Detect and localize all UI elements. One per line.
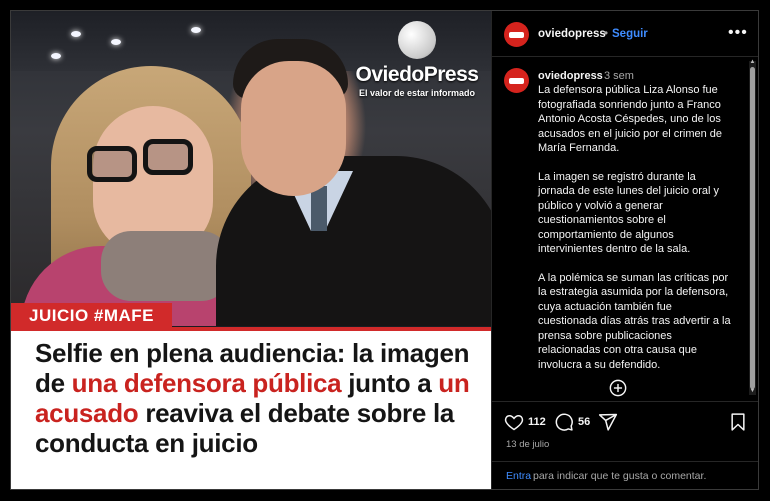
comment-username[interactable]: oviedopress bbox=[538, 70, 603, 82]
glasses-left bbox=[87, 146, 137, 182]
scroll-up-icon[interactable]: ▲ bbox=[749, 59, 756, 65]
logo-globe-icon bbox=[398, 21, 436, 59]
comment-paragraph: La imagen se registró durante la jornada… bbox=[538, 170, 720, 256]
post-image[interactable]: OviedoPress El valor de estar informado … bbox=[11, 11, 491, 489]
glasses-right bbox=[143, 139, 193, 175]
bookmark-icon[interactable] bbox=[728, 412, 748, 432]
comment-area: oviedopress 3 sem La defensora pública L… bbox=[492, 57, 758, 401]
avatar[interactable] bbox=[504, 22, 529, 47]
like-count: 112 bbox=[528, 416, 546, 428]
tag-badge: JUICIO #MAFE bbox=[11, 303, 173, 329]
header-username[interactable]: oviedopress bbox=[538, 28, 606, 40]
scroll-down-icon[interactable]: ▼ bbox=[749, 388, 756, 394]
logo-tagline: El valor de estar informado bbox=[358, 88, 476, 98]
login-link[interactable]: Entra bbox=[506, 470, 531, 482]
login-text: para indicar que te gusta o comentar. bbox=[533, 470, 707, 482]
comment-body: La defensora pública Liza Alonso fue fot… bbox=[538, 83, 734, 386]
post-side-panel: oviedopress • Seguir ••• oviedopress 3 s… bbox=[491, 11, 758, 489]
plus-circle-icon[interactable] bbox=[609, 379, 627, 397]
post-header: oviedopress • Seguir ••• bbox=[492, 11, 758, 57]
post-window: OviedoPress El valor de estar informado … bbox=[10, 10, 759, 490]
man-tie bbox=[311, 186, 327, 231]
share-icon[interactable] bbox=[598, 412, 618, 432]
comment-paragraph: A la polémica se suman las críticas por … bbox=[538, 271, 731, 371]
ceiling-light bbox=[191, 27, 201, 33]
heart-icon[interactable] bbox=[504, 412, 524, 432]
woman-scarf bbox=[101, 231, 231, 301]
separator: • bbox=[604, 28, 609, 40]
comment-icon[interactable] bbox=[554, 412, 574, 432]
scroll-thumb[interactable] bbox=[750, 67, 755, 389]
ceiling-light bbox=[51, 53, 61, 59]
oviedopress-logo: OviedoPress El valor de estar informado bbox=[351, 21, 483, 98]
ceiling-light bbox=[71, 31, 81, 37]
login-prompt: Entra para indicar que te gusta o coment… bbox=[492, 461, 758, 489]
comment-time: 3 sem bbox=[604, 70, 634, 82]
comment-avatar[interactable] bbox=[504, 68, 529, 93]
logo-name: OviedoPress bbox=[355, 63, 479, 86]
man-face bbox=[241, 61, 346, 196]
post-actions: 112 56 13 de julio bbox=[492, 401, 758, 461]
comment-paragraph: La defensora pública Liza Alonso fue fot… bbox=[538, 84, 723, 154]
follow-button[interactable]: Seguir bbox=[612, 28, 648, 40]
scrollbar[interactable]: ▲ ▼ bbox=[749, 59, 756, 395]
headline: Selfie en plena audiencia: la imagen de … bbox=[35, 338, 485, 458]
comment-count: 56 bbox=[578, 416, 591, 428]
more-horizontal-icon[interactable]: ••• bbox=[728, 24, 748, 42]
post-date: 13 de julio bbox=[506, 439, 550, 450]
headline-accent-text: una defensora pública bbox=[71, 368, 342, 398]
ceiling-light bbox=[111, 39, 121, 45]
headline-text: junto a bbox=[341, 368, 439, 398]
